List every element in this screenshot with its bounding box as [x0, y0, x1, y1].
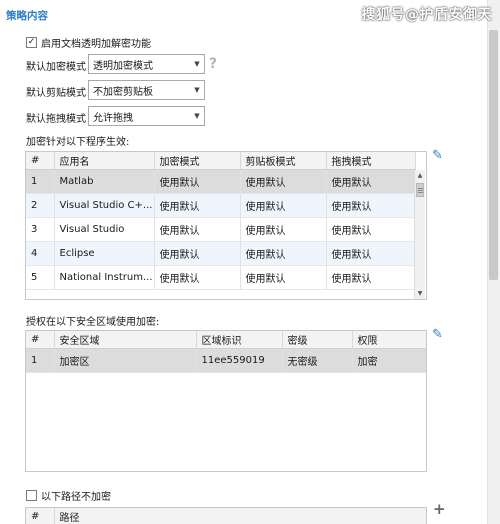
- col-encrypt-mode[interactable]: 加密模式: [154, 152, 241, 170]
- table-row[interactable]: 1 加密区 11ee559019 无密级 加密: [26, 348, 426, 373]
- zones-table-header: # 安全区域 区域标识 密级 权限: [26, 331, 426, 349]
- col-index[interactable]: #: [26, 508, 55, 524]
- default-clipboard-mode-label: 默认剪贴模式: [26, 88, 86, 99]
- enable-encryption-checkbox[interactable]: ✓: [26, 37, 37, 48]
- app-name: Visual Studio: [54, 217, 155, 242]
- col-clipboard-mode[interactable]: 剪贴板模式: [240, 152, 327, 170]
- add-path-icon[interactable]: +: [433, 500, 446, 518]
- clipboard-mode: 使用默认: [240, 169, 327, 194]
- page-scrollbar-thumb[interactable]: [489, 30, 498, 280]
- col-index[interactable]: #: [26, 152, 55, 170]
- row-index: 4: [26, 241, 55, 266]
- default-clipboard-mode-value: 不加密剪贴板: [93, 86, 153, 98]
- security-zone: 加密区: [54, 348, 197, 373]
- table-row[interactable]: 2 Visual Studio C+... 使用默认 使用默认 使用默认: [26, 193, 416, 218]
- apps-table-scrollbar[interactable]: ▲ ▼: [414, 170, 425, 299]
- exclude-paths-table: # 路径: [25, 507, 427, 524]
- row-index: 1: [26, 348, 55, 373]
- col-drag-mode[interactable]: 拖拽模式: [326, 152, 416, 170]
- table-row[interactable]: 4 Eclipse 使用默认 使用默认 使用默认: [26, 241, 416, 266]
- enable-encryption-label: 启用文档透明加解密功能: [41, 39, 151, 50]
- drag-mode: 使用默认: [326, 265, 416, 290]
- clipboard-mode: 使用默认: [240, 193, 327, 218]
- col-index[interactable]: #: [26, 331, 55, 349]
- apps-table-scroll-thumb[interactable]: [416, 183, 424, 197]
- row-index: 5: [26, 265, 55, 290]
- row-index: 1: [26, 169, 55, 194]
- app-name: Eclipse: [54, 241, 155, 266]
- enable-encryption-option[interactable]: ✓ 启用文档透明加解密功能: [26, 35, 151, 50]
- help-icon[interactable]: ?: [209, 56, 217, 72]
- app-name: Matlab: [54, 169, 155, 194]
- exclude-paths-label: 以下路径不加密: [41, 492, 111, 503]
- table-row[interactable]: 5 National Instrum... 使用默认 使用默认 使用默认: [26, 265, 416, 290]
- encrypt-mode: 使用默认: [154, 241, 241, 266]
- default-clipboard-mode-select[interactable]: 不加密剪贴板 ▼: [88, 80, 205, 100]
- encrypt-mode: 使用默认: [154, 217, 241, 242]
- edit-zones-icon[interactable]: ✎: [432, 327, 443, 342]
- chevron-down-icon[interactable]: ▼: [190, 81, 204, 99]
- col-permission[interactable]: 权限: [352, 331, 426, 349]
- clipboard-mode: 使用默认: [240, 217, 327, 242]
- drag-mode: 使用默认: [326, 169, 416, 194]
- scroll-down-icon[interactable]: ▼: [415, 288, 425, 299]
- zones-section-label: 授权在以下安全区域使用加密:: [26, 317, 160, 328]
- exclude-paths-checkbox[interactable]: [26, 490, 37, 501]
- chevron-down-icon[interactable]: ▼: [190, 107, 204, 125]
- clipboard-mode: 使用默认: [240, 265, 327, 290]
- clipboard-mode: 使用默认: [240, 241, 327, 266]
- default-drag-mode-value: 允许拖拽: [93, 112, 133, 124]
- col-path[interactable]: 路径: [54, 508, 426, 524]
- app-name: Visual Studio C+...: [54, 193, 155, 218]
- exclude-paths-option[interactable]: 以下路径不加密: [26, 488, 111, 503]
- table-row[interactable]: 3 Visual Studio 使用默认 使用默认 使用默认: [26, 217, 416, 242]
- table-row[interactable]: 1 Matlab 使用默认 使用默认 使用默认: [26, 169, 416, 194]
- exclude-paths-header: # 路径: [26, 508, 426, 524]
- default-drag-mode-select[interactable]: 允许拖拽 ▼: [88, 106, 205, 126]
- apps-table-header: # 应用名 加密模式 剪贴板模式 拖拽模式: [26, 152, 416, 170]
- edit-apps-icon[interactable]: ✎: [432, 148, 443, 163]
- watermark: 搜狐号@护盾安御天: [361, 7, 492, 23]
- encrypt-mode: 使用默认: [154, 193, 241, 218]
- default-encrypt-mode-select[interactable]: 透明加密模式 ▼: [88, 54, 205, 74]
- apps-table: # 应用名 加密模式 剪贴板模式 拖拽模式 1 Matlab 使用默认 使用默认…: [25, 151, 427, 300]
- section-title: 策略内容: [6, 10, 48, 22]
- col-app-name[interactable]: 应用名: [54, 152, 155, 170]
- zone-id: 11ee559019: [196, 348, 283, 373]
- app-name: National Instrum...: [54, 265, 155, 290]
- apps-section-label: 加密针对以下程序生效:: [26, 137, 130, 148]
- default-encrypt-mode-value: 透明加密模式: [93, 60, 153, 72]
- permission: 加密: [352, 348, 426, 373]
- default-drag-mode-label: 默认拖拽模式: [26, 114, 86, 125]
- encrypt-mode: 使用默认: [154, 265, 241, 290]
- row-index: 3: [26, 217, 55, 242]
- col-zone-id[interactable]: 区域标识: [196, 331, 283, 349]
- drag-mode: 使用默认: [326, 193, 416, 218]
- default-encrypt-mode-label: 默认加密模式: [26, 62, 86, 73]
- scroll-up-icon[interactable]: ▲: [415, 170, 425, 181]
- drag-mode: 使用默认: [326, 241, 416, 266]
- col-secret-level[interactable]: 密级: [282, 331, 353, 349]
- encrypt-mode: 使用默认: [154, 169, 241, 194]
- chevron-down-icon[interactable]: ▼: [190, 55, 204, 73]
- zones-table: # 安全区域 区域标识 密级 权限 1 加密区 11ee559019 无密级 加…: [25, 330, 427, 472]
- row-index: 2: [26, 193, 55, 218]
- col-security-zone[interactable]: 安全区域: [54, 331, 197, 349]
- secret-level: 无密级: [282, 348, 353, 373]
- checkmark-icon: ✓: [27, 37, 36, 47]
- drag-mode: 使用默认: [326, 217, 416, 242]
